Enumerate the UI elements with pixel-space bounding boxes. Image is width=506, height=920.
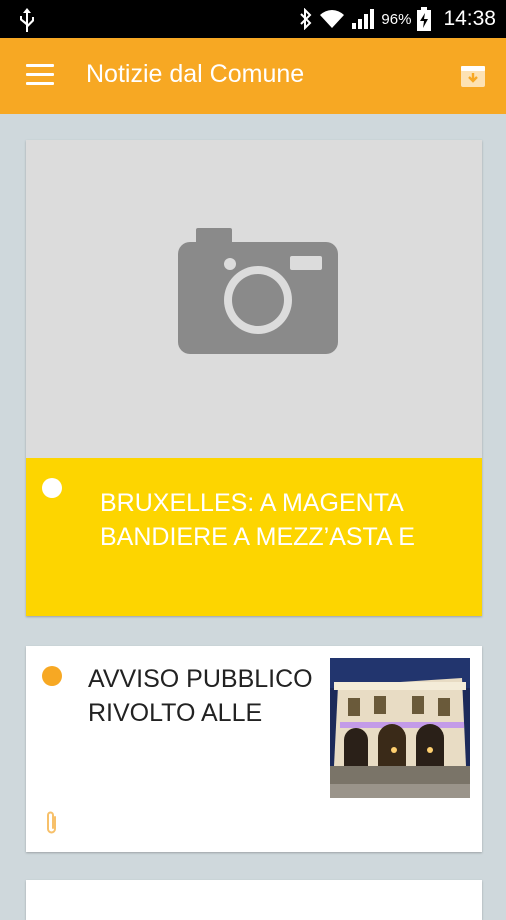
news-card[interactable] <box>26 880 482 920</box>
wifi-icon <box>320 10 345 28</box>
camera-placeholder-icon <box>178 228 338 354</box>
page-title: Notizie dal Comune <box>86 60 305 88</box>
app-bar: Notizie dal Comune <box>0 38 506 114</box>
menu-icon[interactable] <box>26 64 54 86</box>
clock: 14:38 <box>443 7 496 30</box>
news-card[interactable]: BRUXELLES: A MAGENTA BANDIERE A MEZZ’AST… <box>26 140 482 616</box>
news-headline: AVVISO PUBBLICO RIVOLTO ALLE <box>88 665 313 727</box>
bluetooth-icon <box>300 8 312 30</box>
battery-icon <box>417 7 432 31</box>
usb-icon <box>20 8 34 32</box>
paperclip-icon <box>47 811 56 834</box>
image-placeholder <box>26 140 482 458</box>
unread-dot <box>42 478 62 498</box>
news-headline: BRUXELLES: A MAGENTA BANDIERE A MEZZ’AST… <box>100 489 415 551</box>
headline-band: BRUXELLES: A MAGENTA BANDIERE A MEZZ’AST… <box>26 458 482 616</box>
status-bar: 96% 14:38 <box>0 0 506 38</box>
signal-icon <box>352 9 375 29</box>
unread-dot <box>42 666 62 686</box>
news-card[interactable]: AVVISO PUBBLICO RIVOLTO ALLE <box>26 646 482 852</box>
news-thumbnail <box>330 658 470 798</box>
archive-icon[interactable] <box>460 64 486 88</box>
battery-percent: 96% <box>381 10 412 28</box>
